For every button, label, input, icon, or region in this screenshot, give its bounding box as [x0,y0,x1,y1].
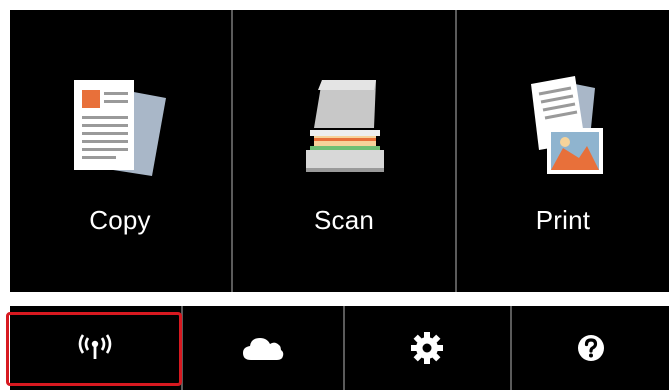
cloud-icon [241,334,285,362]
print-label: Print [535,205,591,235]
print-tile[interactable]: Print [457,10,669,292]
wireless-lan-button[interactable] [10,306,180,390]
scan-tile[interactable]: Scan [233,10,455,292]
help-icon [576,333,606,363]
settings-button[interactable] [345,306,509,390]
print-icon [503,72,623,182]
scan-icon [284,72,404,182]
cloud-button[interactable] [183,306,342,390]
wireless-lan-icon [75,333,115,363]
copy-icon [60,72,180,182]
copy-label: Copy [89,205,151,235]
scan-label: Scan [313,205,375,235]
settings-icon [410,331,444,365]
copy-tile[interactable]: Copy [10,10,230,292]
help-button[interactable] [512,306,669,390]
